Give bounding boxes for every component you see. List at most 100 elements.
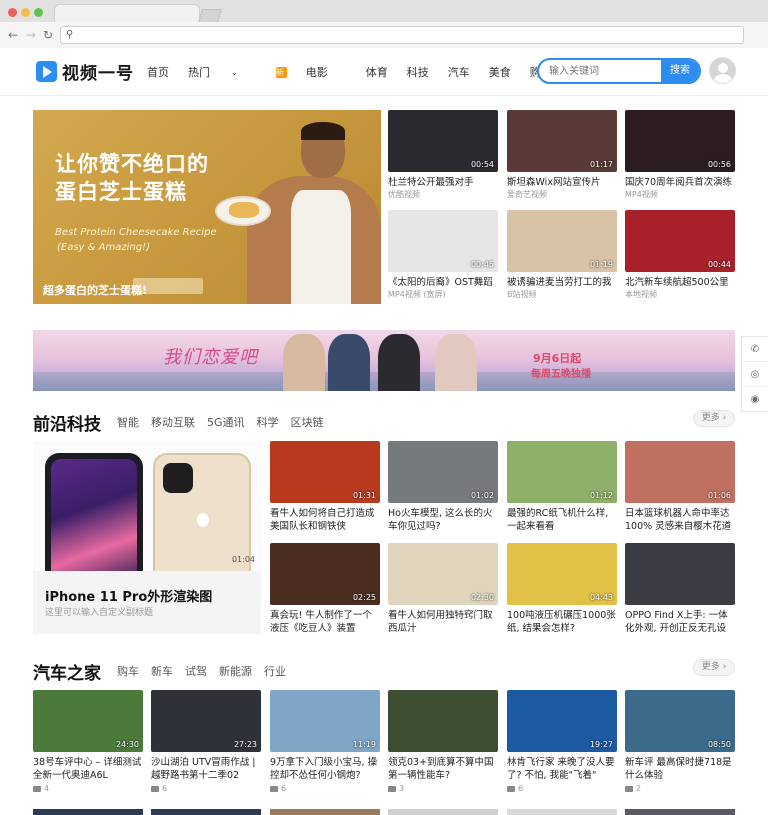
video-title[interactable]: 领克03+到底算不算中国第一辆性能车?: [388, 756, 498, 782]
nav-tech[interactable]: 科技: [407, 64, 429, 80]
video-thumbnail[interactable]: 11:19: [270, 690, 380, 752]
video-title[interactable]: 看牛人如何将自己打造成美国队长和钢铁侠: [270, 507, 380, 533]
tag-item[interactable]: 移动互联: [151, 414, 195, 430]
address-bar[interactable]: ⚲: [60, 26, 744, 44]
video-title[interactable]: 真会玩! 牛人制作了一个液压《吃豆人》装置: [270, 609, 380, 635]
video-title[interactable]: 9万拿下入门级小宝马, 操控却不怂任何小钢炮?: [270, 756, 380, 782]
video-title[interactable]: 100吨液压机碾压1000张纸, 结果会怎样?: [507, 609, 617, 635]
back-arrow-icon[interactable]: ←: [6, 27, 20, 43]
video-card[interactable]: 01:31 看牛人如何将自己打造成美国队长和钢铁侠: [270, 441, 380, 533]
nav-auto[interactable]: 汽车: [448, 64, 470, 80]
video-card[interactable]: 00:45 《太阳的后裔》OST舞蹈 MP4视频 (宽屏): [388, 210, 498, 301]
video-thumbnail[interactable]: 27:23: [151, 690, 261, 752]
avatar[interactable]: [709, 57, 736, 84]
video-thumbnail[interactable]: 01:02: [388, 441, 498, 503]
nav-food[interactable]: 美食: [489, 64, 511, 80]
video-thumbnail[interactable]: 01:06: [625, 441, 735, 503]
video-card[interactable]: 00:56 国庆70周年阅兵首次演练 MP4视频: [625, 110, 735, 201]
video-thumbnail[interactable]: 01:17: [507, 110, 617, 172]
tag-item[interactable]: 科学: [257, 414, 279, 430]
next-row-thumbnail[interactable]: [33, 809, 143, 815]
video-card[interactable]: 01:02 Ho火车模型, 这么长的火车你见过吗?: [388, 441, 498, 533]
next-row-thumbnail[interactable]: [270, 809, 380, 815]
video-thumbnail[interactable]: 04:43: [507, 543, 617, 605]
feature-card[interactable]: 01:04 iPhone 11 Pro外形渲染图 这里可以输入自定义副标题: [33, 441, 261, 634]
video-card[interactable]: 11:19 9万拿下入门级小宝马, 操控却不怂任何小钢炮? 6: [270, 690, 380, 795]
next-row-thumbnail[interactable]: [151, 809, 261, 815]
video-title[interactable]: 林肯飞行家 来晚了没人要了? 不怕, 我能"飞着": [507, 756, 617, 782]
reload-icon[interactable]: ↻: [41, 27, 55, 43]
video-title[interactable]: 杜兰特公开最强对手: [388, 176, 498, 189]
video-card[interactable]: 00:54 杜兰特公开最强对手 优酷视频: [388, 110, 498, 201]
next-row-thumbnail[interactable]: [625, 809, 735, 815]
video-title[interactable]: 北汽新车续航超500公里: [625, 276, 735, 289]
wechat-icon[interactable]: ◎: [742, 362, 768, 387]
phone-icon[interactable]: ✆: [742, 337, 768, 362]
video-card[interactable]: 02:30 看牛人如何用独特窍门取西瓜汁: [388, 543, 498, 635]
video-card[interactable]: 27:23 沙山湖泊 UTV冒雨作战 | 越野路书第十二季02 6: [151, 690, 261, 795]
video-thumbnail[interactable]: 02:30: [388, 543, 498, 605]
close-window-dot[interactable]: [8, 8, 17, 17]
video-thumbnail[interactable]: [625, 543, 735, 605]
video-thumbnail[interactable]: 00:45: [388, 210, 498, 272]
tag-item[interactable]: 5G通讯: [207, 414, 245, 430]
tag-item[interactable]: 新能源: [219, 663, 252, 679]
video-title[interactable]: 38号车评中心 – 详细测试全新一代奥迪A6L: [33, 756, 143, 782]
video-title[interactable]: Ho火车模型, 这么长的火车你见过吗?: [388, 507, 498, 533]
minimize-window-dot[interactable]: [21, 8, 30, 17]
video-title[interactable]: 日本篮球机器人命中率达100% 灵感来自樱木花道: [625, 507, 735, 533]
video-card[interactable]: 01:06 日本篮球机器人命中率达100% 灵感来自樱木花道: [625, 441, 735, 533]
video-card[interactable]: 00:44 北汽新车续航超500公里 本地视频: [625, 210, 735, 301]
video-thumbnail[interactable]: 01:12: [507, 441, 617, 503]
video-card[interactable]: 08:50 新车评 最高保时捷718是什么体验 2: [625, 690, 735, 795]
video-thumbnail[interactable]: 01:31: [270, 441, 380, 503]
video-thumbnail[interactable]: 00:44: [625, 210, 735, 272]
maximize-window-dot[interactable]: [34, 8, 43, 17]
video-title[interactable]: 新车评 最高保时捷718是什么体验: [625, 756, 735, 782]
tag-item[interactable]: 试驾: [185, 663, 207, 679]
tag-item[interactable]: 新车: [151, 663, 173, 679]
video-title[interactable]: 国庆70周年阅兵首次演练: [625, 176, 735, 189]
promo-banner[interactable]: 我们恋爱吧 9月6日起 每周五晚独播: [33, 330, 735, 391]
video-thumbnail[interactable]: 01:19: [507, 210, 617, 272]
video-title[interactable]: 沙山湖泊 UTV冒雨作战 | 越野路书第十二季02: [151, 756, 261, 782]
video-title[interactable]: 被诱骗进麦当劳打工的我: [507, 276, 617, 289]
next-row-thumbnail[interactable]: [388, 809, 498, 815]
site-logo[interactable]: 视频一号: [36, 59, 134, 84]
video-thumbnail[interactable]: 19:27: [507, 690, 617, 752]
video-card[interactable]: 01:12 最强的RC纸飞机什么样, 一起来看看: [507, 441, 617, 533]
browser-tab-active[interactable]: [54, 4, 200, 22]
video-title[interactable]: OPPO Find X上手: 一体化外观, 开创正反无孔设计!: [625, 609, 735, 635]
search-button[interactable]: 搜索: [661, 60, 699, 82]
video-title[interactable]: 《太阳的后裔》OST舞蹈: [388, 276, 498, 289]
next-row-thumbnail[interactable]: [507, 809, 617, 815]
nav-sports[interactable]: 体育: [366, 64, 388, 80]
tag-item[interactable]: 购车: [117, 663, 139, 679]
forward-arrow-icon[interactable]: →: [24, 27, 38, 43]
nav-home[interactable]: 首页: [147, 64, 169, 80]
new-tab-button[interactable]: [198, 9, 222, 22]
video-thumbnail[interactable]: 24:30: [33, 690, 143, 752]
nav-hot[interactable]: 热门 ⌄: [188, 64, 257, 80]
video-card[interactable]: 领克03+到底算不算中国第一辆性能车? 3: [388, 690, 498, 795]
video-card[interactable]: 04:43 100吨液压机碾压1000张纸, 结果会怎样?: [507, 543, 617, 635]
video-card[interactable]: OPPO Find X上手: 一体化外观, 开创正反无孔设计!: [625, 543, 735, 635]
tag-item[interactable]: 行业: [264, 663, 286, 679]
video-title[interactable]: 最强的RC纸飞机什么样, 一起来看看: [507, 507, 617, 533]
search-input[interactable]: [549, 63, 659, 79]
feature-thumbnail[interactable]: 01:04: [33, 441, 261, 571]
video-thumbnail[interactable]: 00:56: [625, 110, 735, 172]
weibo-icon[interactable]: ◉: [742, 387, 768, 412]
nav-movie[interactable]: 新 电影: [275, 64, 347, 80]
video-title[interactable]: 看牛人如何用独特窍门取西瓜汁: [388, 609, 498, 635]
hero-slide[interactable]: 让你赞不绝口的 蛋白芝士蛋糕 Best Protein Cheesecake R…: [33, 110, 381, 304]
video-card[interactable]: 19:27 林肯飞行家 来晚了没人要了? 不怕, 我能"飞着" 6: [507, 690, 617, 795]
more-button[interactable]: 更多 ›: [693, 410, 735, 427]
tag-item[interactable]: 区块链: [291, 414, 324, 430]
video-card[interactable]: 24:30 38号车评中心 – 详细测试全新一代奥迪A6L 4: [33, 690, 143, 795]
feature-title[interactable]: iPhone 11 Pro外形渲染图: [45, 586, 212, 605]
video-title[interactable]: 斯坦森Wix网站宣传片: [507, 176, 617, 189]
video-thumbnail[interactable]: 08:50: [625, 690, 735, 752]
video-card[interactable]: 01:19 被诱骗进麦当劳打工的我 B站视频: [507, 210, 617, 301]
video-thumbnail[interactable]: 02:25: [270, 543, 380, 605]
